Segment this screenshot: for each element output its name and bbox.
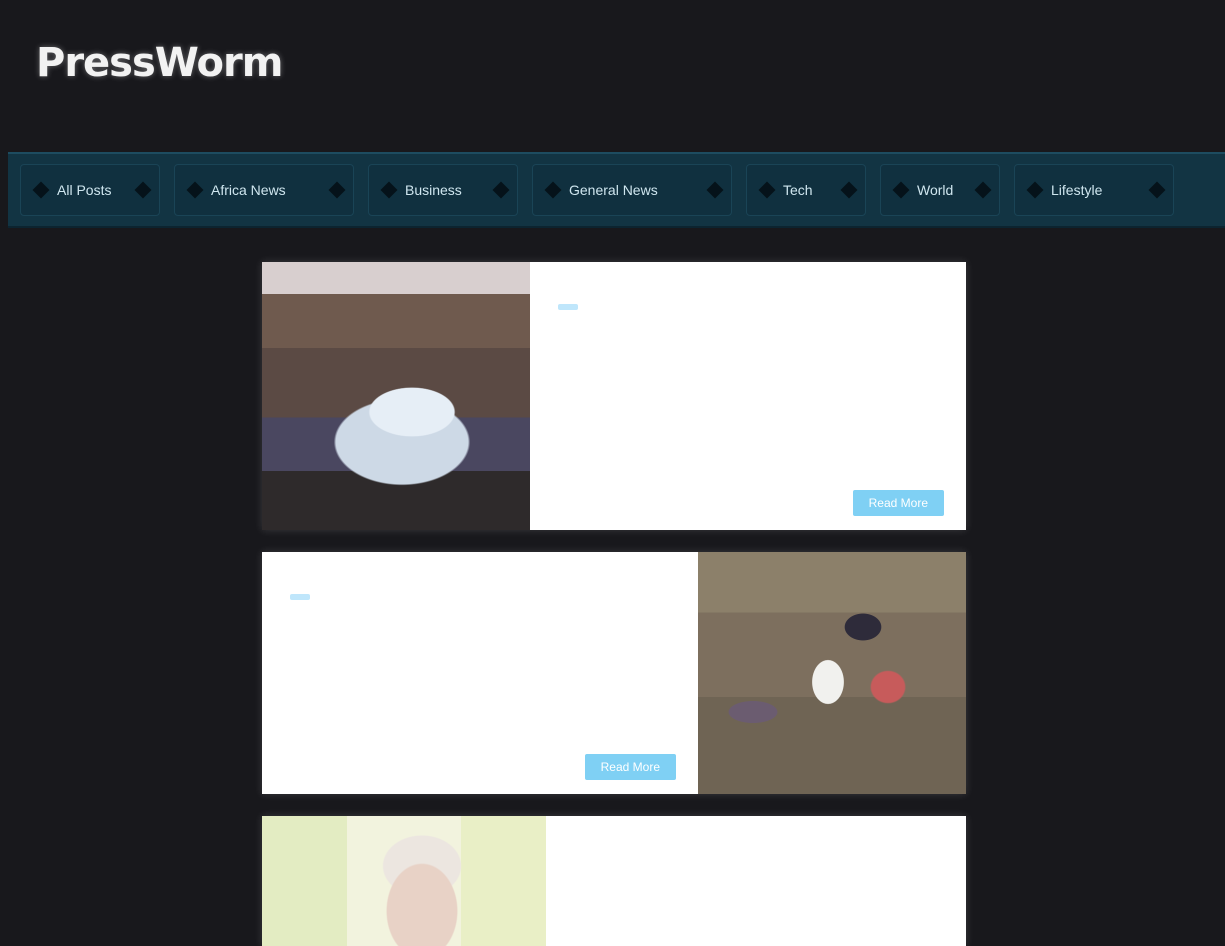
post-card: Read More: [262, 262, 966, 530]
nav-bullet-icon: [544, 181, 562, 199]
chevron-right-icon: [1148, 181, 1166, 199]
nav-bullet-icon: [380, 181, 398, 199]
post-body: Read More: [530, 262, 966, 530]
motorcade-photo[interactable]: [262, 262, 530, 530]
nav-bullet-icon: [892, 181, 910, 199]
post-card: Read More: [262, 552, 966, 794]
post-body: Read More: [262, 552, 698, 794]
nav-item-all-posts[interactable]: All Posts: [20, 164, 160, 216]
chevron-right-icon: [492, 181, 510, 199]
nav-item-label: Lifestyle: [1051, 182, 1103, 198]
post-card: [262, 816, 966, 946]
category-tag[interactable]: [558, 304, 578, 310]
nav-item-lifestyle[interactable]: Lifestyle: [1014, 164, 1174, 216]
read-more-button[interactable]: Read More: [584, 754, 676, 780]
nav-bullet-icon: [758, 181, 776, 199]
nav-item-label: Tech: [783, 182, 813, 198]
chevron-right-icon: [328, 181, 346, 199]
read-more-button[interactable]: Read More: [852, 490, 944, 516]
nav-item-label: Business: [405, 182, 462, 198]
field-photo[interactable]: [698, 552, 966, 794]
nav-item-business[interactable]: Business: [368, 164, 518, 216]
nav-item-world[interactable]: World: [880, 164, 1000, 216]
nav-item-label: General News: [569, 182, 658, 198]
nav-item-tech[interactable]: Tech: [746, 164, 866, 216]
chevron-right-icon: [840, 181, 858, 199]
chevron-right-icon: [134, 181, 152, 199]
nav-bullet-icon: [32, 181, 50, 199]
chevron-right-icon: [974, 181, 992, 199]
site-logo[interactable]: PressWorm: [36, 40, 283, 86]
nav-item-label: Africa News: [211, 182, 286, 198]
nav-item-africa-news[interactable]: Africa News: [174, 164, 354, 216]
post-body: [546, 816, 966, 946]
nav-bullet-icon: [186, 181, 204, 199]
nav-item-label: World: [917, 182, 954, 198]
nav-item-general-news[interactable]: General News: [532, 164, 732, 216]
nav-item-label: All Posts: [57, 182, 112, 198]
main-navigation: All Posts Africa News Business General N…: [8, 152, 1225, 228]
chevron-right-icon: [706, 181, 724, 199]
category-tag[interactable]: [290, 594, 310, 600]
nav-bullet-icon: [1026, 181, 1044, 199]
portrait-photo[interactable]: [262, 816, 546, 946]
